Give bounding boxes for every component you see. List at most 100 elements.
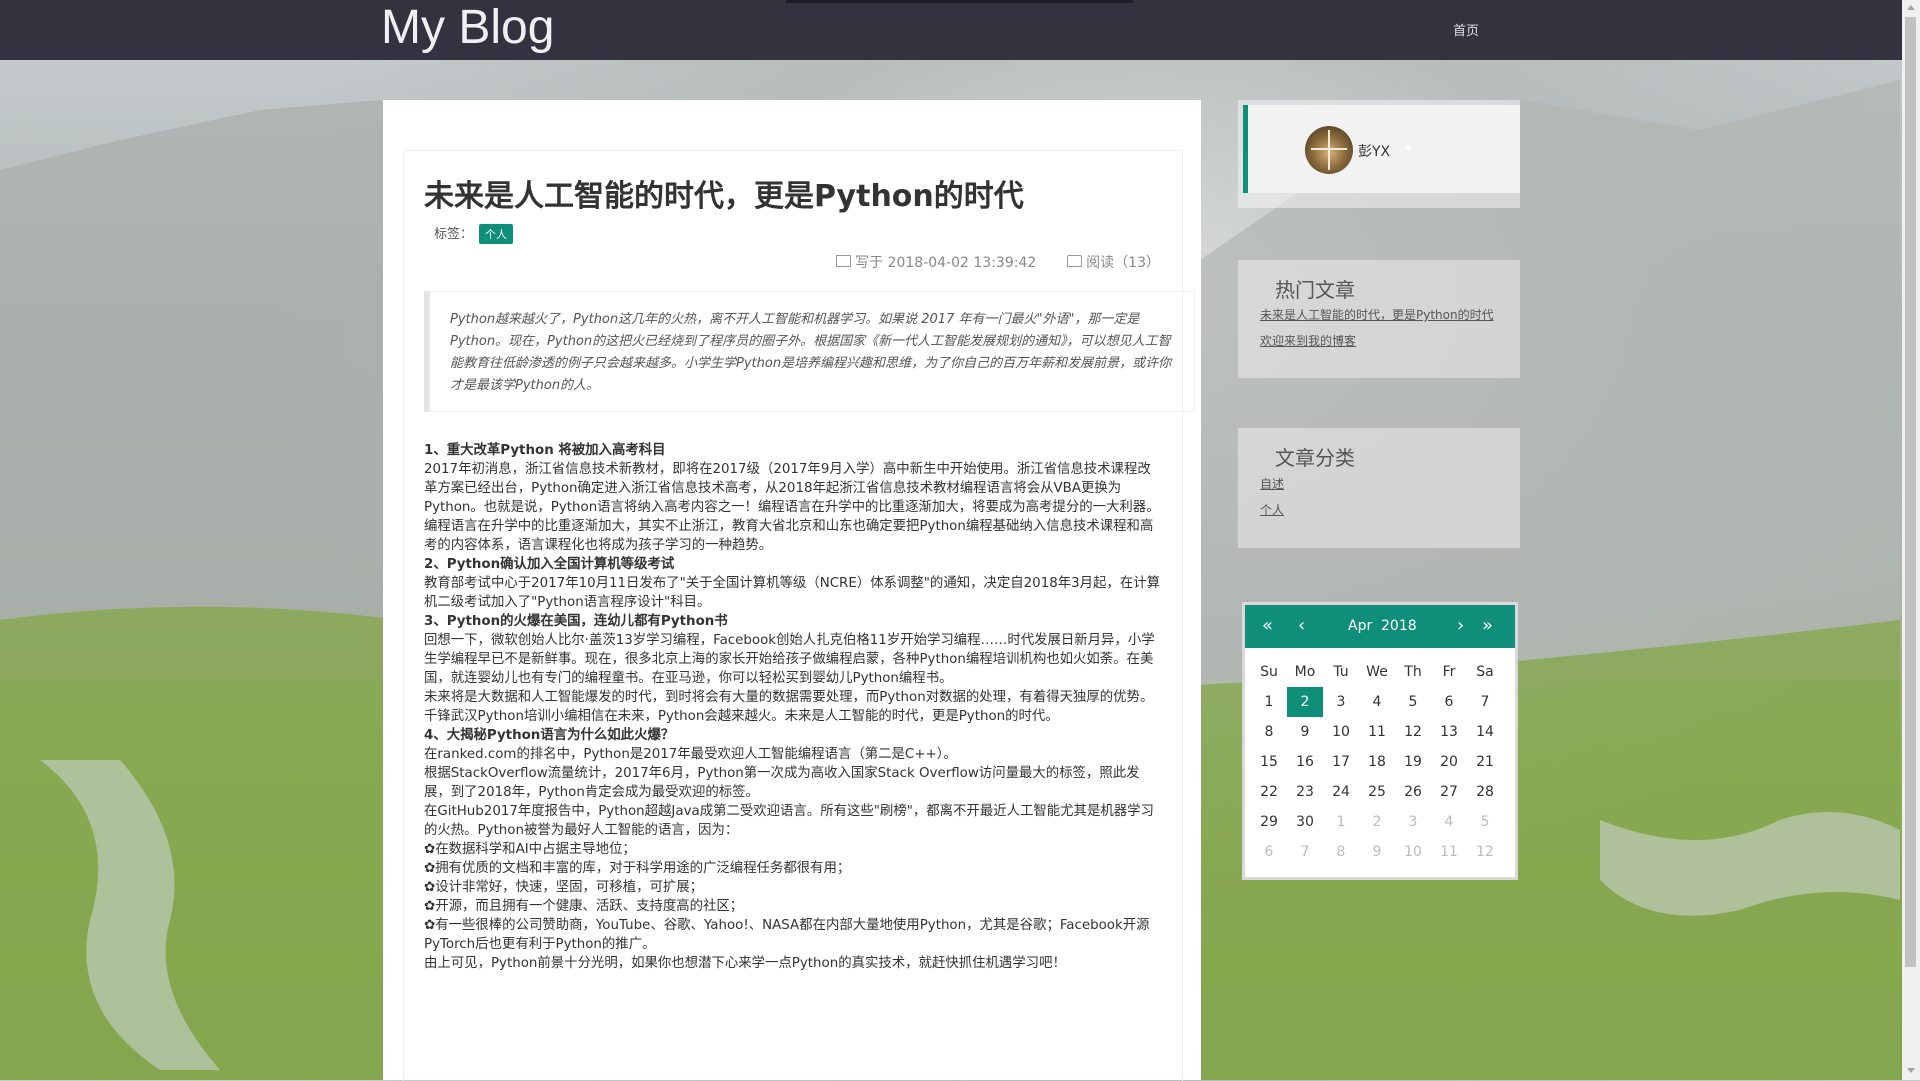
article-tags: 标签： 个人 [434,223,514,244]
article-paragraph: 根据StackOverflow流量统计，2017年6月，Python第一次成为高… [424,766,1140,800]
nav-active-indicator [786,0,1133,3]
calendar-day[interactable]: 20 [1431,747,1467,777]
brand-logo-link[interactable]: My Blog [381,2,554,54]
calendar-day[interactable]: 11 [1359,717,1395,747]
calendar-day[interactable]: 15 [1251,747,1287,777]
calendar-month[interactable]: Apr [1348,618,1372,634]
calendar-day[interactable]: 10 [1395,837,1431,867]
article-paragraph: ✿设计非常好，快速，坚固，可移植，可扩展； [424,880,704,895]
calendar-day[interactable]: 22 [1251,777,1287,807]
calendar-icon [836,255,852,267]
hot-articles-title: 热门文章 [1275,278,1355,302]
article-date: 写于 2018-04-02 13:39:42 [855,255,1037,271]
book-icon [1067,255,1083,267]
nav-home-link[interactable]: 首页 [1453,20,1479,39]
article-heading: 4、大揭秘Python语言为什么如此火爆？ [424,728,675,743]
calendar-widget: « ‹ Apr 2018 › » Su Mo Tu We Th Fr Sa 1 2 3 4 5 6 7 8 9… [1242,602,1518,880]
calendar-day[interactable]: 2 [1359,807,1395,837]
article-paragraph: 在ranked.com的排名中，Python是2017年最受欢迎人工智能编程语言… [424,747,957,762]
hot-article-link[interactable]: 未来是人工智能的时代，更是Python的时代 [1260,306,1494,323]
calendar-day[interactable]: 26 [1395,777,1431,807]
chevron-right-icon[interactable]: › [1457,615,1464,636]
hot-article-link[interactable]: 欢迎来到我的博客 [1260,332,1356,349]
calendar-day[interactable]: 12 [1467,837,1503,867]
article-card: 未来是人工智能的时代，更是Python的时代 标签： 个人 写于 2018-04-… [403,150,1195,1081]
category-link[interactable]: 个人 [1260,501,1284,518]
calendar-day[interactable]: 4 [1431,807,1467,837]
scroll-up-icon[interactable] [1907,5,1915,10]
calendar-day[interactable]: 1 [1323,807,1359,837]
categories-title: 文章分类 [1275,446,1355,470]
article-paragraph: 在GitHub2017年度报告中，Python超越Java成第二受欢迎语言。所有… [424,804,1154,838]
double-chevron-left-icon[interactable]: « [1262,615,1273,636]
article-heading: 1、重大改革Python 将被加入高考科目 [424,443,666,458]
calendar-day[interactable]: 10 [1323,717,1359,747]
tag-label: 标签： [434,227,474,242]
calendar-weekday: We [1366,664,1388,680]
calendar-day[interactable]: 6 [1431,687,1467,717]
calendar-weekday: Th [1404,664,1422,680]
article-paragraph: 2017年初消息，浙江省信息技术新教材，即将在2017级（2017年9月入学）高… [424,462,1160,515]
profile-inner: 彭YX ▼ [1243,105,1520,193]
profile-username[interactable]: 彭YX [1358,141,1390,161]
article-paragraph: ✿开源，而且拥有一个健康、活跃、支持度高的社区； [424,899,744,914]
scrollbar-thumb[interactable] [1905,17,1916,967]
calendar-day[interactable]: 2 [1287,687,1323,717]
calendar-day[interactable]: 7 [1467,687,1503,717]
calendar-day[interactable]: 19 [1395,747,1431,777]
calendar-day[interactable]: 1 [1251,687,1287,717]
calendar-day[interactable]: 5 [1395,687,1431,717]
category-link[interactable]: 自述 [1260,475,1284,492]
article-body: 1、重大改革Python 将被加入高考科目 2017年初消息，浙江省信息技术新教材… [424,441,1164,973]
article-paragraph: 回想一下，微软创始人比尔·盖茨13岁学习编程，Facebook创始人扎克伯格11… [424,633,1155,686]
article-reads: 阅读（13） [1086,255,1160,271]
double-chevron-right-icon[interactable]: » [1482,615,1493,636]
main-content-panel: 未来是人工智能的时代，更是Python的时代 标签： 个人 写于 2018-04-… [383,100,1201,1081]
calendar-day[interactable]: 24 [1323,777,1359,807]
calendar-day[interactable]: 5 [1467,807,1503,837]
calendar-weekday: Sa [1476,664,1494,680]
scroll-down-icon[interactable] [1907,1068,1915,1073]
calendar-weekday: Mo [1294,664,1316,680]
calendar-day[interactable]: 4 [1359,687,1395,717]
calendar-day[interactable]: 21 [1467,747,1503,777]
calendar-day[interactable]: 9 [1359,837,1395,867]
calendar-day[interactable]: 29 [1251,807,1287,837]
categories-box: 文章分类 自述 个人 [1238,428,1520,548]
article-title: 未来是人工智能的时代，更是Python的时代 [424,179,1024,214]
article-heading: 3、Python的火爆在美国，连幼儿都有Python书 [424,614,728,629]
calendar-day[interactable]: 7 [1287,837,1323,867]
article-abstract: Python越来越火了，Python这几年的火热，离不开人工智能和机器学习。如果… [424,291,1195,412]
calendar-day[interactable]: 27 [1431,777,1467,807]
article-paragraph: 教育部考试中心于2017年10月11日发布了"关于全国计算机等级（NCRE）体系… [424,576,1160,610]
avatar[interactable] [1305,126,1353,174]
calendar-day[interactable]: 28 [1467,777,1503,807]
calendar-day[interactable]: 13 [1431,717,1467,747]
calendar-day[interactable]: 9 [1287,717,1323,747]
calendar-day[interactable]: 8 [1323,837,1359,867]
top-navbar: My Blog 首页 [0,0,1902,60]
calendar-day[interactable]: 3 [1395,807,1431,837]
calendar-day[interactable]: 8 [1251,717,1287,747]
calendar-day[interactable]: 18 [1359,747,1395,777]
article-meta: 写于 2018-04-02 13:39:42 阅读（13） [836,252,1160,272]
calendar-day[interactable]: 25 [1359,777,1395,807]
calendar-day[interactable]: 3 [1323,687,1359,717]
calendar-day[interactable]: 17 [1323,747,1359,777]
caret-down-icon[interactable]: ▼ [1405,144,1412,154]
calendar-day[interactable]: 23 [1287,777,1323,807]
calendar-day[interactable]: 6 [1251,837,1287,867]
calendar-day[interactable]: 11 [1431,837,1467,867]
hot-articles-box: 热门文章 未来是人工智能的时代，更是Python的时代 欢迎来到我的博客 [1238,260,1520,378]
calendar-day[interactable]: 14 [1467,717,1503,747]
calendar-weekday: Fr [1442,664,1456,680]
calendar-year[interactable]: 2018 [1381,618,1417,634]
calendar-day[interactable]: 30 [1287,807,1323,837]
chevron-left-icon[interactable]: ‹ [1298,615,1305,636]
article-paragraph: ✿有一些很棒的公司赞助商，YouTube、谷歌、Yahoo!、NASA都在内部大… [424,918,1150,952]
tag-badge[interactable]: 个人 [479,224,514,244]
article-paragraph: ✿在数据科学和AI中占据主导地位； [424,842,636,857]
article-paragraph: 由上可见，Python前景十分光明，如果你也想潜下心来学一点Python的真实技… [424,956,1066,971]
calendar-day[interactable]: 12 [1395,717,1431,747]
calendar-day[interactable]: 16 [1287,747,1323,777]
